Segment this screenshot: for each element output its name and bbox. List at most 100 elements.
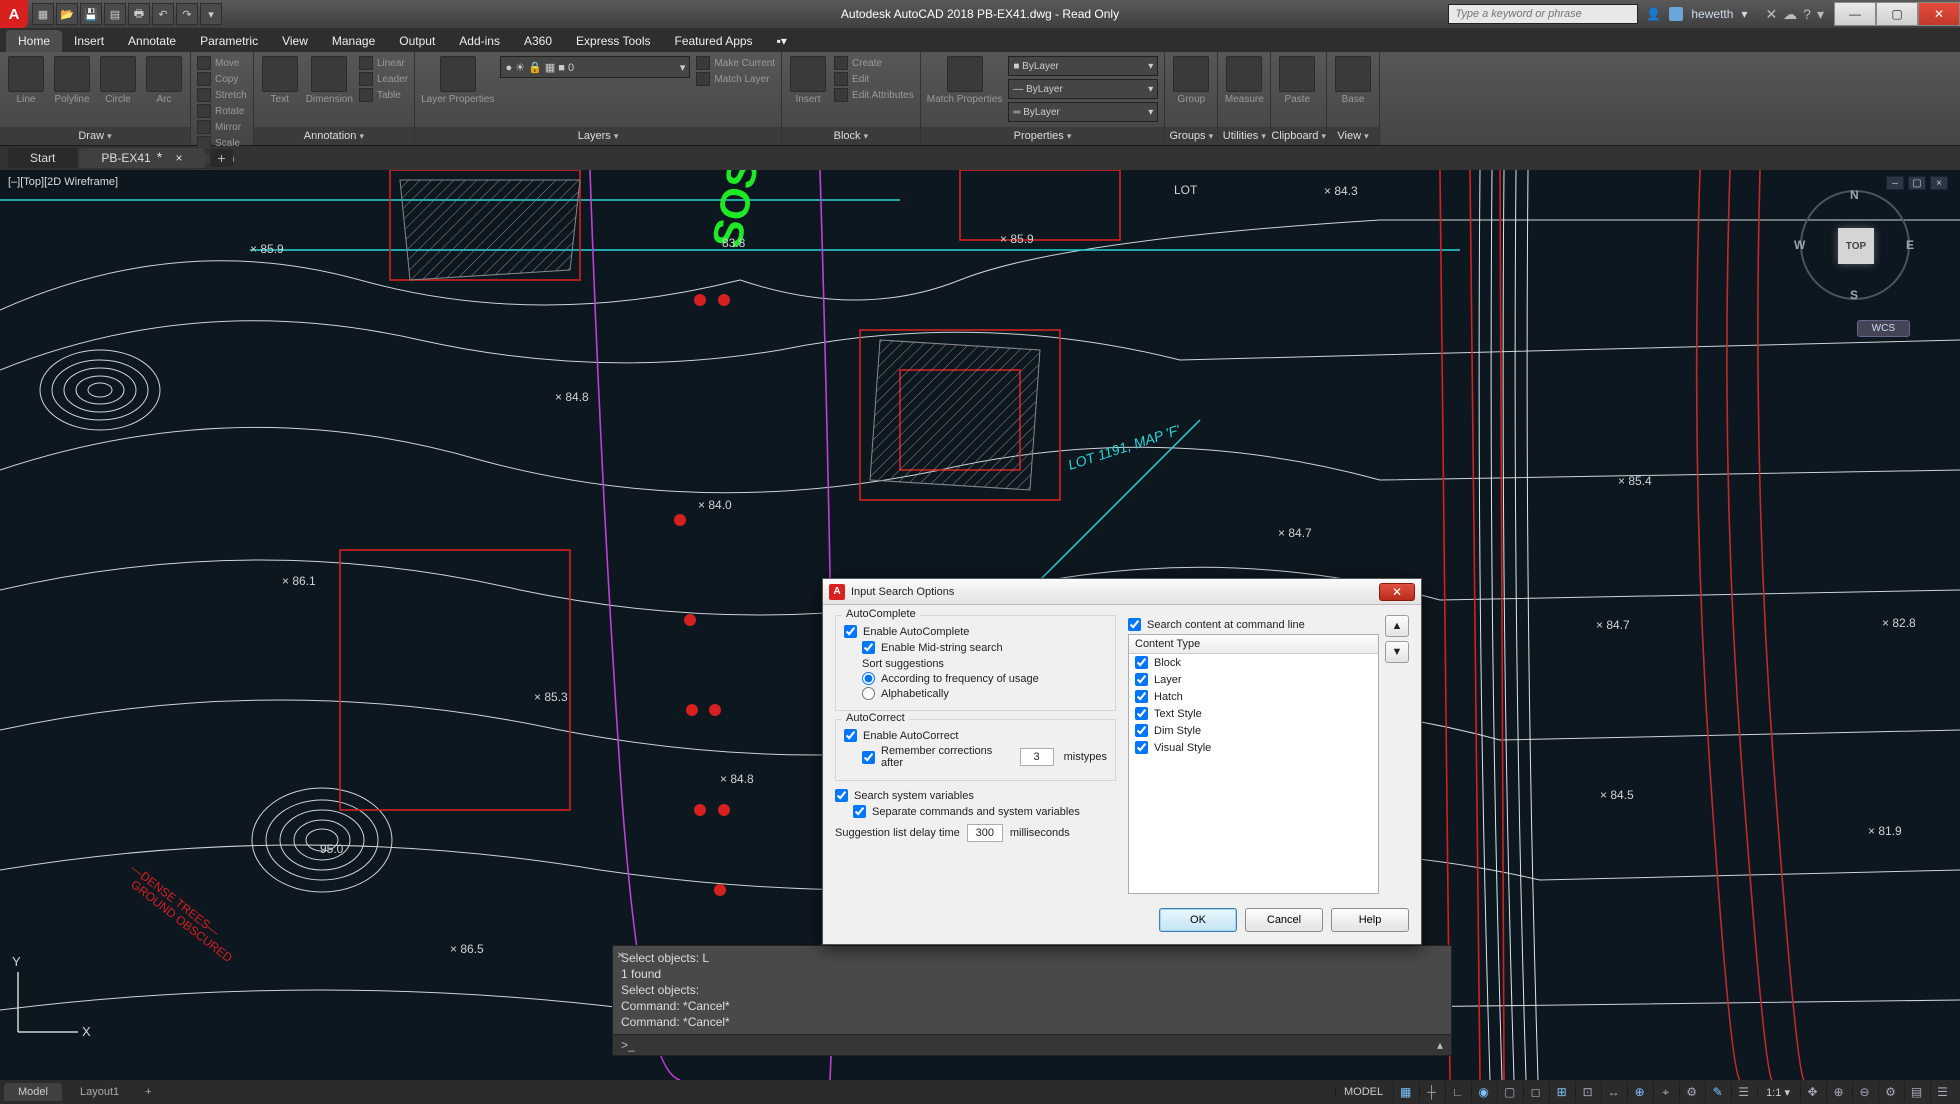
panel-title[interactable]: Clipboard (1271, 127, 1326, 145)
viewport-minimize-icon[interactable]: – (1886, 176, 1904, 190)
search-sysvars-checkbox[interactable]: Search system variables (835, 789, 1116, 802)
ribbon-tab-featured-apps[interactable]: Featured Apps (663, 30, 765, 52)
modelspace-indicator[interactable]: MODEL (1335, 1086, 1391, 1098)
qat-undo-icon[interactable]: ↶ (152, 3, 174, 25)
a360-icon[interactable]: ☁ (1783, 6, 1797, 23)
sort-frequency-radio[interactable]: According to frequency of usage (862, 672, 1107, 685)
ok-button[interactable]: OK (1159, 908, 1237, 932)
status-toggle-5[interactable]: ◻ (1523, 1082, 1547, 1102)
paste-button[interactable]: Paste (1277, 56, 1317, 105)
viewport-maximize-icon[interactable]: ▢ (1908, 176, 1926, 190)
move-button[interactable]: Move (197, 56, 247, 70)
cancel-button[interactable]: Cancel (1245, 908, 1323, 932)
content-type-block[interactable]: Block (1129, 654, 1378, 671)
linear-button[interactable]: Linear (359, 56, 408, 70)
help-dropdown-icon[interactable]: ▾ (1817, 6, 1824, 23)
panel-title[interactable]: Layers (415, 127, 781, 145)
qat-print-icon[interactable]: 🖶 (128, 3, 150, 25)
ribbon-tab-home[interactable]: Home (6, 30, 62, 52)
command-input[interactable]: >_ ▴ (613, 1034, 1451, 1055)
layer-properties-button[interactable]: Layer Properties (421, 56, 494, 105)
status-extra-3[interactable]: ⚙ (1878, 1082, 1902, 1102)
property-combo-1[interactable]: — ByLayer▾ (1008, 79, 1158, 99)
command-window[interactable]: × Select objects: L1 foundSelect objects… (612, 945, 1452, 1056)
copy-button[interactable]: Copy (197, 72, 247, 86)
qat-open-icon[interactable]: 📂 (56, 3, 78, 25)
status-toggle-1[interactable]: ┼ (1419, 1082, 1443, 1102)
scale-button[interactable]: Scale (197, 136, 247, 150)
property-combo-2[interactable]: ═ ByLayer▾ (1008, 102, 1158, 122)
status-toggle-0[interactable]: ▦ (1393, 1082, 1417, 1102)
make-current-button[interactable]: Make Current (696, 56, 775, 70)
minimize-button[interactable]: — (1834, 2, 1876, 26)
status-toggle-7[interactable]: ⊡ (1575, 1082, 1599, 1102)
qat-new-icon[interactable]: ▦ (32, 3, 54, 25)
viewport-close-icon[interactable]: × (1930, 176, 1948, 190)
content-type-visual-style[interactable]: Visual Style (1129, 739, 1378, 756)
status-toggle-6[interactable]: ⊞ (1549, 1082, 1573, 1102)
drawing-tab-pb-ex41[interactable]: PB-EX41* × (79, 148, 204, 168)
panel-title[interactable]: Properties (921, 127, 1165, 145)
help-icon[interactable]: ? (1803, 6, 1811, 23)
ribbon-tab-a360[interactable]: A360 (512, 30, 564, 52)
qat-dropdown-icon[interactable]: ▾ (200, 3, 222, 25)
exchange-icon[interactable]: ✕ (1765, 6, 1777, 23)
qat-save-icon[interactable]: 💾 (80, 3, 102, 25)
layout-tab-layout1[interactable]: Layout1 (66, 1083, 133, 1101)
status-toggle-8[interactable]: ↔ (1601, 1082, 1625, 1102)
edit-button[interactable]: Edit (834, 72, 914, 86)
dialog-close-button[interactable]: ✕ (1379, 583, 1415, 601)
content-type-text-style[interactable]: Text Style (1129, 705, 1378, 722)
panel-title[interactable]: Utilities (1218, 127, 1270, 145)
panel-title[interactable]: Annotation (254, 127, 414, 145)
ribbon-overflow-icon[interactable]: ▪▾ (765, 30, 799, 52)
property-combo-0[interactable]: ■ ByLayer▾ (1008, 56, 1158, 76)
move-down-button[interactable]: ▼ (1385, 641, 1409, 663)
status-toggle-2[interactable]: ∟ (1445, 1082, 1469, 1102)
status-toggle-4[interactable]: ▢ (1497, 1082, 1521, 1102)
remember-corrections-checkbox[interactable] (862, 751, 875, 764)
edit-attributes-button[interactable]: Edit Attributes (834, 88, 914, 102)
match-layer-button[interactable]: Match Layer (696, 72, 775, 86)
search-content-checkbox[interactable]: Search content at command line (1128, 618, 1379, 631)
line-button[interactable]: Line (6, 56, 46, 105)
help-search-input[interactable] (1448, 4, 1638, 24)
content-type-hatch[interactable]: Hatch (1129, 688, 1378, 705)
insert-button[interactable]: Insert (788, 56, 828, 105)
status-extra-5[interactable]: ☰ (1930, 1082, 1954, 1102)
ribbon-tab-annotate[interactable]: Annotate (116, 30, 188, 52)
anno-scale[interactable]: 1:1 ▾ (1757, 1086, 1798, 1099)
text-button[interactable]: Text (260, 56, 300, 105)
midstring-search-checkbox[interactable]: Enable Mid-string search (862, 641, 1107, 654)
ribbon-tab-parametric[interactable]: Parametric (188, 30, 270, 52)
status-toggle-3[interactable]: ◉ (1471, 1082, 1495, 1102)
app-logo[interactable]: A (0, 0, 28, 28)
viewport-label[interactable]: [–][Top][2D Wireframe] (8, 176, 118, 188)
dimension-button[interactable]: Dimension (306, 56, 353, 105)
cmdwin-close-icon[interactable]: × (617, 948, 624, 962)
layout-tab-model[interactable]: Model (4, 1083, 62, 1101)
ribbon-tab-insert[interactable]: Insert (62, 30, 116, 52)
create-button[interactable]: Create (834, 56, 914, 70)
status-extra-2[interactable]: ⊖ (1852, 1082, 1876, 1102)
status-toggle-9[interactable]: ⊕ (1627, 1082, 1651, 1102)
close-button[interactable]: ✕ (1918, 2, 1960, 26)
enable-autocorrect-checkbox[interactable]: Enable AutoCorrect (844, 729, 1107, 742)
leader-button[interactable]: Leader (359, 72, 408, 86)
help-button[interactable]: Help (1331, 908, 1409, 932)
qat-redo-icon[interactable]: ↷ (176, 3, 198, 25)
status-extra-1[interactable]: ⊕ (1826, 1082, 1850, 1102)
circle-button[interactable]: Circle (98, 56, 138, 105)
status-toggle-13[interactable]: ☰ (1731, 1082, 1755, 1102)
panel-title[interactable]: Groups (1165, 127, 1217, 145)
arc-button[interactable]: Arc (144, 56, 184, 105)
status-extra-4[interactable]: ▤ (1904, 1082, 1928, 1102)
user-menu[interactable]: 👤 hewetth ▾ (1646, 7, 1747, 21)
viewcube-face[interactable]: TOP (1838, 228, 1874, 264)
ribbon-tab-express-tools[interactable]: Express Tools (564, 30, 662, 52)
panel-title[interactable]: View (1327, 127, 1379, 145)
ribbon-tab-manage[interactable]: Manage (320, 30, 387, 52)
table-button[interactable]: Table (359, 88, 408, 102)
separate-cmds-checkbox[interactable]: Separate commands and system variables (853, 805, 1116, 818)
new-drawing-tab[interactable]: + (211, 149, 233, 167)
